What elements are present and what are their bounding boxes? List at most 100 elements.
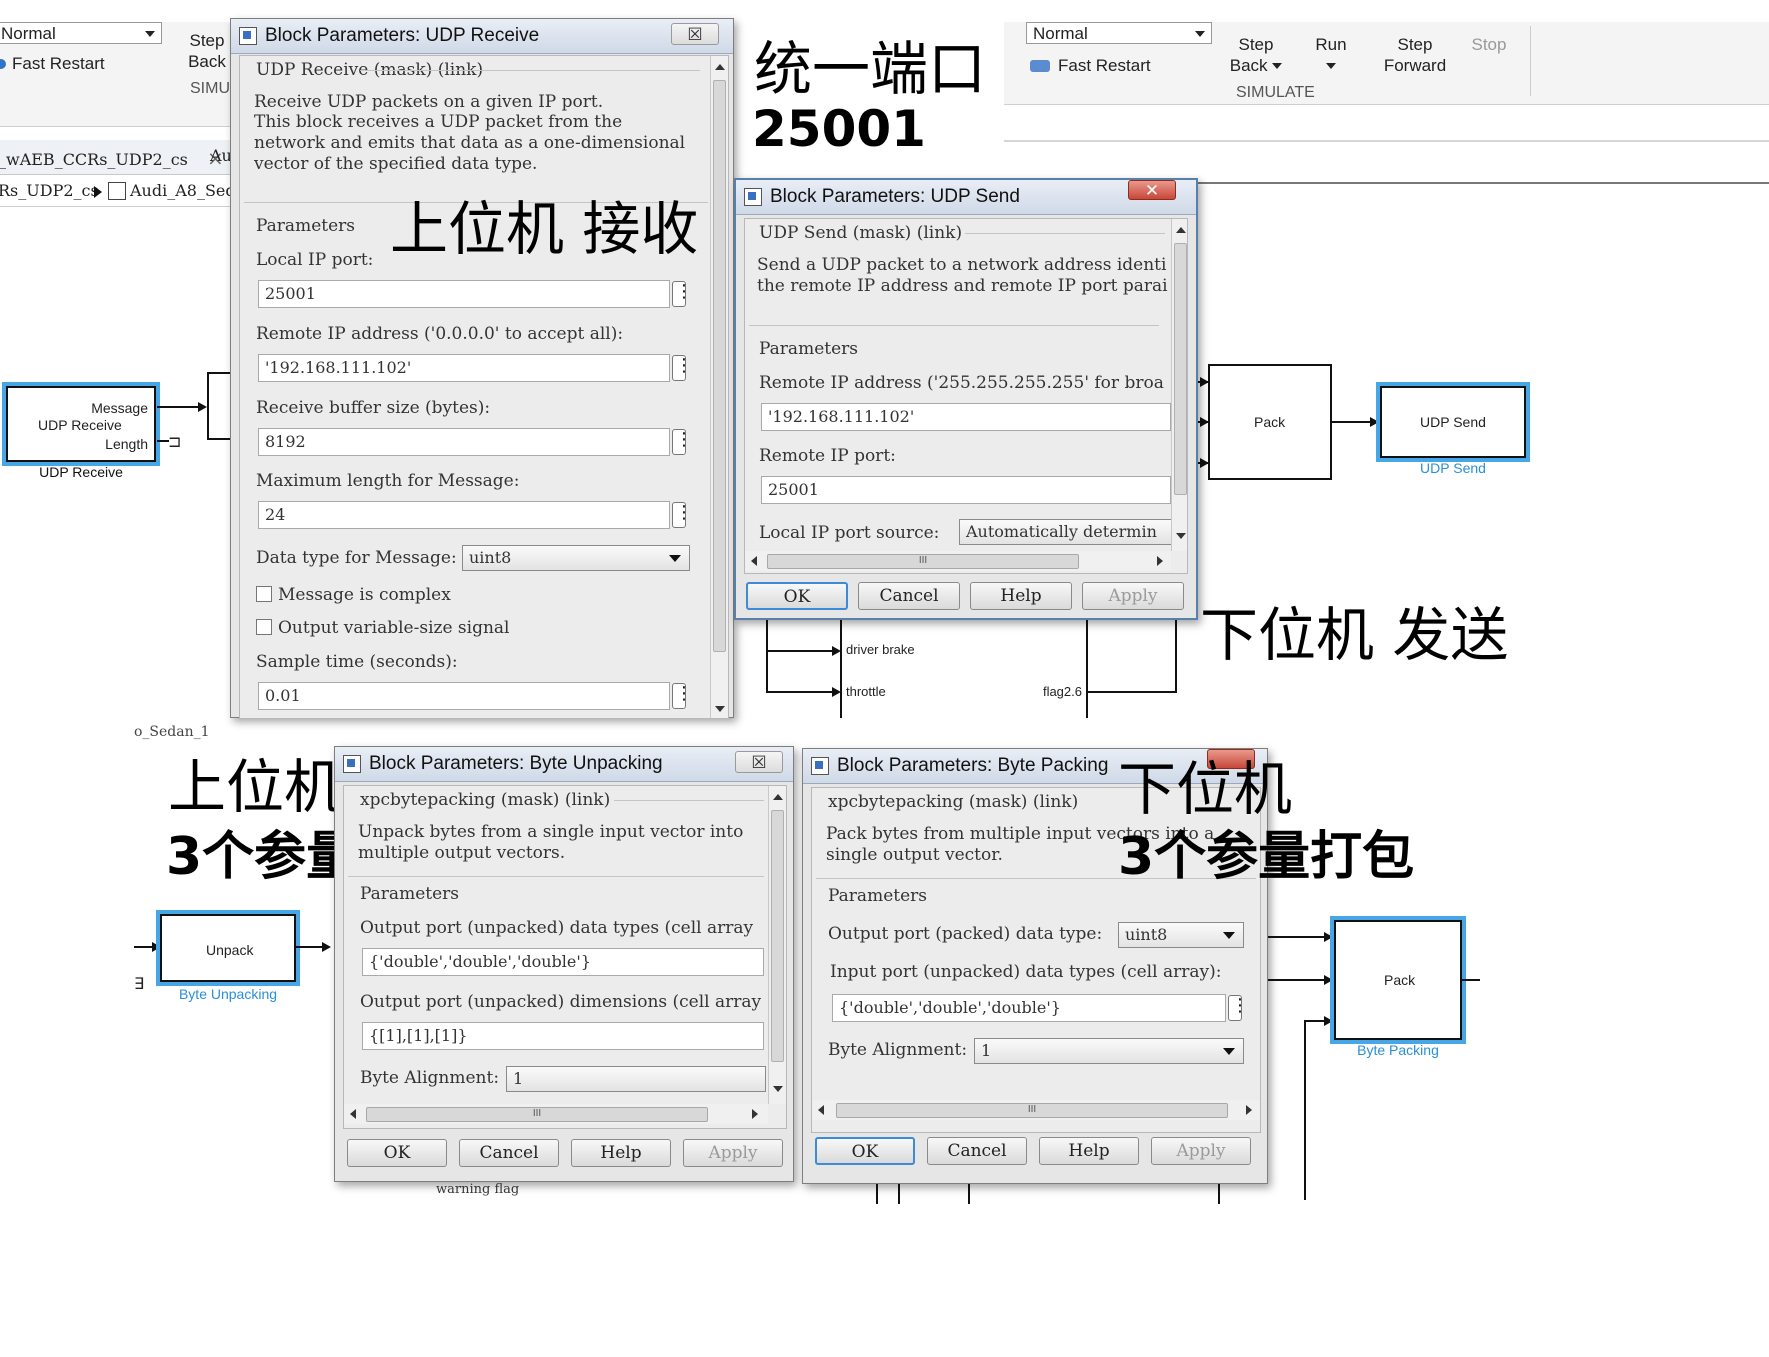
- fast-restart-toggle[interactable]: Fast Restart: [0, 54, 105, 74]
- subsystem-block[interactable]: driver brake throttle flag2.6: [840, 620, 1088, 718]
- simulation-mode-value: Normal: [1, 24, 56, 43]
- apply-button[interactable]: Apply: [1151, 1137, 1251, 1165]
- unpack-block[interactable]: Unpack: [160, 914, 296, 982]
- help-button[interactable]: Help: [1039, 1137, 1139, 1165]
- cancel-button[interactable]: Cancel: [927, 1137, 1027, 1165]
- divider: [965, 233, 1165, 234]
- scroll-down-icon[interactable]: [1176, 533, 1186, 539]
- output-type-label: Output port (packed) data type:: [828, 924, 1103, 944]
- scroll-up-icon[interactable]: [1176, 227, 1186, 233]
- remote-port-input[interactable]: 25001: [761, 476, 1171, 504]
- scroll-left-icon[interactable]: [818, 1105, 824, 1115]
- step-back-button[interactable]: Step Back: [1226, 34, 1286, 76]
- output-type-select[interactable]: uint8: [1118, 922, 1244, 948]
- udp-send-block[interactable]: UDP Send: [1380, 386, 1526, 458]
- scrollbar-thumb[interactable]: III: [836, 1103, 1228, 1118]
- more-options-icon[interactable]: [672, 429, 693, 455]
- more-options-icon[interactable]: [672, 355, 693, 381]
- udp-receive-block[interactable]: Message UDP Receive Length: [6, 386, 156, 462]
- description-line: vector of the specified data type.: [254, 154, 538, 174]
- scroll-up-icon[interactable]: [715, 64, 725, 70]
- simulink-icon: [343, 755, 361, 773]
- close-button[interactable]: ☒: [735, 751, 783, 773]
- close-button[interactable]: ☒: [671, 23, 719, 45]
- output-type-value: uint8: [1125, 925, 1168, 944]
- close-button[interactable]: ✕: [1128, 180, 1176, 200]
- input-types-input[interactable]: {'double','double','double'}: [832, 994, 1226, 1022]
- signal-arrow: [198, 402, 207, 412]
- scroll-right-icon[interactable]: [1246, 1105, 1252, 1115]
- scroll-down-icon[interactable]: [773, 1086, 783, 1092]
- step-back-button[interactable]: Step Back: [182, 30, 232, 72]
- scroll-left-icon[interactable]: [350, 1109, 356, 1119]
- breadcrumb-item[interactable]: Rs_UDP2_cs: [0, 181, 99, 200]
- output-types-input[interactable]: {'double','double','double'}: [362, 948, 764, 976]
- cancel-button[interactable]: Cancel: [459, 1139, 559, 1167]
- scrollbar-thumb[interactable]: III: [366, 1107, 708, 1122]
- scroll-up-icon[interactable]: [773, 794, 783, 800]
- annotation-port-number: 25001: [752, 100, 926, 158]
- help-button[interactable]: Help: [970, 582, 1072, 610]
- more-options-icon[interactable]: [672, 502, 693, 528]
- local-port-input[interactable]: 25001: [258, 280, 670, 308]
- simulation-mode-select[interactable]: Normal: [1026, 22, 1212, 44]
- more-options-icon[interactable]: [672, 683, 693, 709]
- pack-bottom-label: Byte Packing: [1357, 1042, 1439, 1058]
- buffer-size-input[interactable]: 8192: [258, 428, 670, 456]
- run-button[interactable]: Run: [1306, 34, 1356, 76]
- model-tab[interactable]: _wAEB_CCRs_UDP2_cs ×: [0, 146, 224, 170]
- scrollbar-thumb[interactable]: [713, 80, 726, 652]
- vertical-scrollbar[interactable]: [1171, 219, 1187, 551]
- max-length-input[interactable]: 24: [258, 501, 670, 529]
- variable-size-checkbox[interactable]: [256, 619, 272, 635]
- block-name: Pack: [1254, 414, 1286, 430]
- breadcrumb-item[interactable]: Audi_A8_Seda: [130, 181, 245, 200]
- simulation-mode-select[interactable]: Normal: [0, 22, 162, 44]
- vertical-scrollbar[interactable]: [768, 786, 786, 1104]
- scrollbar-thumb[interactable]: III: [767, 554, 1079, 569]
- vertical-scrollbar[interactable]: [710, 56, 728, 718]
- help-button[interactable]: Help: [571, 1139, 671, 1167]
- ok-button[interactable]: OK: [746, 582, 848, 610]
- next-tab[interactable]: Au: [210, 146, 232, 165]
- horizontal-scrollbar[interactable]: III: [812, 1100, 1260, 1120]
- horizontal-scrollbar[interactable]: III: [344, 1104, 768, 1124]
- local-port-source-select[interactable]: Automatically determin: [959, 519, 1173, 545]
- remote-ip-input[interactable]: '192.168.111.102': [258, 354, 670, 382]
- pack-block-partial[interactable]: [207, 372, 231, 440]
- output-dims-input[interactable]: {[1],[1],[1]}: [362, 1022, 764, 1050]
- more-options-icon[interactable]: [672, 281, 693, 307]
- data-type-select[interactable]: uint8: [462, 545, 690, 571]
- cancel-button[interactable]: Cancel: [858, 582, 960, 610]
- pack-block-bottom[interactable]: Pack: [1334, 920, 1462, 1040]
- signal-line: [1088, 691, 1176, 693]
- scroll-left-icon[interactable]: [751, 556, 757, 566]
- apply-button[interactable]: Apply: [1082, 582, 1184, 610]
- horizontal-scrollbar[interactable]: III: [745, 551, 1171, 571]
- apply-button[interactable]: Apply: [683, 1139, 783, 1167]
- pack-block[interactable]: Pack: [1208, 364, 1332, 480]
- ok-button[interactable]: OK: [815, 1137, 915, 1165]
- remote-ip-label: Remote IP address ('255.255.255.255' for…: [759, 373, 1164, 393]
- remote-ip-input[interactable]: '192.168.111.102': [761, 403, 1171, 431]
- breadcrumb-bottom[interactable]: o_Sedan_1: [134, 724, 210, 740]
- message-complex-checkbox[interactable]: [256, 586, 272, 602]
- scroll-down-icon[interactable]: [715, 706, 725, 712]
- sample-time-input[interactable]: 0.01: [258, 682, 670, 710]
- byte-alignment-select[interactable]: 1: [506, 1066, 766, 1092]
- scrollbar-thumb[interactable]: [1174, 243, 1187, 495]
- step-forward-button[interactable]: Step Forward: [1380, 34, 1450, 76]
- stop-button[interactable]: Stop: [1466, 34, 1512, 55]
- signal-line: [1332, 421, 1372, 423]
- scrollbar-thumb[interactable]: [771, 810, 784, 1062]
- divider: [360, 70, 700, 71]
- fast-restart-icon: [1030, 60, 1050, 72]
- more-options-icon[interactable]: [1228, 995, 1249, 1021]
- port-label-length: Length: [105, 436, 148, 452]
- fast-restart-toggle[interactable]: Fast Restart: [1030, 56, 1151, 76]
- model-tab-label: _wAEB_CCRs_UDP2_cs: [0, 150, 188, 169]
- ok-button[interactable]: OK: [347, 1139, 447, 1167]
- scroll-right-icon[interactable]: [1157, 556, 1163, 566]
- byte-alignment-select[interactable]: 1: [974, 1038, 1244, 1064]
- scroll-right-icon[interactable]: [752, 1109, 758, 1119]
